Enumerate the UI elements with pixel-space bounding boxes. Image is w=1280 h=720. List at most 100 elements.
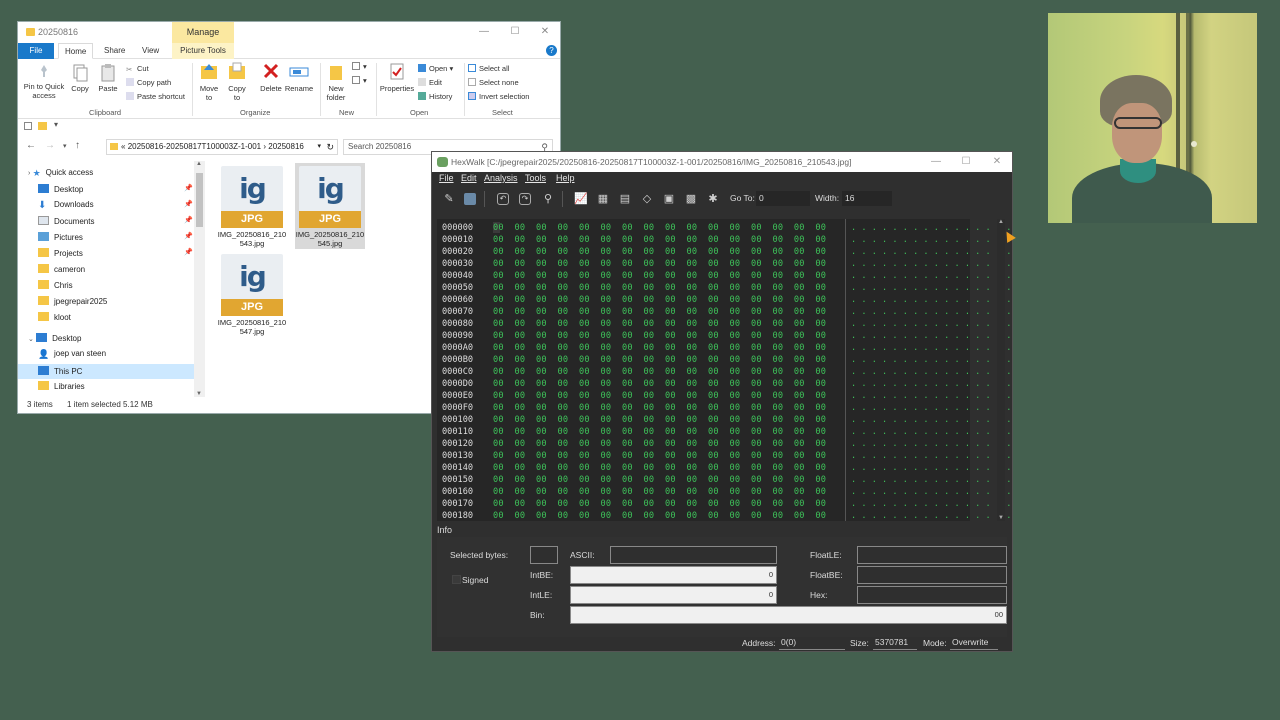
file-item[interactable]: ig JPG IMG_20250816_210545.jpg <box>295 163 365 249</box>
edit-button[interactable]: Edit <box>418 78 442 87</box>
hex-row[interactable]: 00 00 00 00 00 00 00 00 00 00 00 00 00 0… <box>493 222 843 234</box>
hex-row[interactable]: 00 00 00 00 00 00 00 00 00 00 00 00 00 0… <box>493 426 843 438</box>
nav-jpegrepair2025[interactable]: jpegrepair2025 <box>38 296 107 306</box>
copy-to-button[interactable]: Copy to <box>226 62 248 102</box>
ascii-row[interactable]: . . . . . . . . . . . . . . . . <box>851 306 1011 318</box>
ascii-row[interactable]: . . . . . . . . . . . . . . . . <box>851 366 1011 378</box>
manage-context-tab[interactable]: Manage <box>172 22 234 43</box>
address-bar[interactable]: « 20250816-20250817T100003Z-1-001 › 2025… <box>106 139 338 155</box>
ascii-row[interactable]: . . . . . . . . . . . . . . . . <box>851 402 1011 414</box>
hex-row[interactable]: 00 00 00 00 00 00 00 00 00 00 00 00 00 0… <box>493 282 843 294</box>
redo-icon[interactable]: ↷ <box>519 193 531 205</box>
nav-this-pc[interactable]: This PC <box>18 364 194 379</box>
delete-button[interactable]: Delete <box>258 62 284 93</box>
minimize-icon[interactable]: — <box>928 155 944 169</box>
copy-path-button[interactable]: Copy path <box>126 78 171 87</box>
ascii-field[interactable] <box>610 546 777 564</box>
tab-share[interactable]: Share <box>98 43 131 59</box>
cut-button[interactable]: ✂ Cut <box>126 64 149 74</box>
ascii-row[interactable]: . . . . . . . . . . . . . . . . <box>851 258 1011 270</box>
scroll-thumb[interactable] <box>196 173 203 227</box>
nav-pictures[interactable]: Pictures <box>38 232 83 242</box>
file-item[interactable]: ig JPG IMG_20250816_210547.jpg <box>217 251 287 337</box>
help-icon[interactable]: ? <box>546 45 557 56</box>
ascii-row[interactable]: . . . . . . . . . . . . . . . . <box>851 378 1011 390</box>
menu-edit[interactable]: Edit <box>461 173 477 183</box>
scroll-up-icon[interactable]: ▲ <box>997 219 1005 225</box>
properties-qat-icon[interactable] <box>24 122 32 130</box>
ascii-row[interactable]: . . . . . . . . . . . . . . . . <box>851 474 1011 486</box>
hex-row[interactable]: 00 00 00 00 00 00 00 00 00 00 00 00 00 0… <box>493 234 843 246</box>
recent-dropdown-icon[interactable]: ▾ <box>63 142 67 150</box>
width-input[interactable]: 16 <box>842 191 892 206</box>
ascii-row[interactable]: . . . . . . . . . . . . . . . . <box>851 390 1011 402</box>
hex-row[interactable]: 00 00 00 00 00 00 00 00 00 00 00 00 00 0… <box>493 402 843 414</box>
menu-analysis[interactable]: Analysis <box>484 173 518 183</box>
close-icon[interactable]: ✕ <box>989 155 1005 169</box>
minimize-icon[interactable]: — <box>476 25 492 39</box>
nav-libraries[interactable]: Libraries <box>38 381 85 391</box>
floatbe-field[interactable] <box>857 566 1007 584</box>
intbe-field[interactable]: 0 <box>570 566 777 584</box>
select-none-button[interactable]: Select none <box>468 78 519 87</box>
nav-desktop-pinned[interactable]: Desktop <box>38 184 83 194</box>
hash-calculator-icon[interactable]: ▦ <box>596 192 610 206</box>
nav-user-folder[interactable]: 👤 joep van steen <box>38 349 106 359</box>
hex-row[interactable]: 00 00 00 00 00 00 00 00 00 00 00 00 00 0… <box>493 510 843 522</box>
maximize-icon[interactable]: ☐ <box>507 25 523 39</box>
invert-selection-button[interactable]: Invert selection <box>468 92 529 101</box>
hex-field[interactable] <box>857 586 1007 604</box>
menu-file[interactable]: File <box>439 173 454 183</box>
new-folder-qat-icon[interactable] <box>38 122 47 130</box>
pin-quick-access-button[interactable]: Pin to Quick access <box>22 64 66 100</box>
hex-scrollbar[interactable]: ▲ ▼ <box>997 219 1005 521</box>
clipboard-icon[interactable]: ▤ <box>618 192 632 206</box>
hex-row[interactable]: 00 00 00 00 00 00 00 00 00 00 00 00 00 0… <box>493 486 843 498</box>
tab-view[interactable]: View <box>136 43 165 59</box>
ascii-row[interactable]: . . . . . . . . . . . . . . . . <box>851 330 1011 342</box>
hex-row[interactable]: 00 00 00 00 00 00 00 00 00 00 00 00 00 0… <box>493 366 843 378</box>
eraser-icon[interactable]: ◇ <box>640 192 654 206</box>
signed-checkbox[interactable] <box>452 575 461 584</box>
menu-help[interactable]: Help <box>556 173 575 183</box>
easy-access-button[interactable]: ▾ <box>352 76 367 85</box>
save-icon[interactable] <box>464 193 476 205</box>
hex-row[interactable]: 00 00 00 00 00 00 00 00 00 00 00 00 00 0… <box>493 414 843 426</box>
hex-row[interactable]: 00 00 00 00 00 00 00 00 00 00 00 00 00 0… <box>493 354 843 366</box>
nav-cameron[interactable]: cameron <box>38 264 85 274</box>
hex-row[interactable]: 00 00 00 00 00 00 00 00 00 00 00 00 00 0… <box>493 258 843 270</box>
hex-row[interactable]: 00 00 00 00 00 00 00 00 00 00 00 00 00 0… <box>493 246 843 258</box>
new-folder-button[interactable]: New folder <box>324 62 348 102</box>
hex-view[interactable]: 000000 000010 000020 000030 000040 000050 0000… <box>437 219 1011 522</box>
rename-button[interactable]: Rename <box>284 62 314 93</box>
nav-quick-access[interactable]: › ★ Quick access <box>28 168 93 178</box>
hex-row[interactable]: 00 00 00 00 00 00 00 00 00 00 00 00 00 0… <box>493 318 843 330</box>
nav-downloads[interactable]: ⬇ Downloads <box>38 200 94 211</box>
nav-scrollbar[interactable]: ▲ ▼ <box>194 161 205 397</box>
nav-projects[interactable]: Projects <box>38 248 83 258</box>
history-button[interactable]: History <box>418 92 452 101</box>
hex-row[interactable]: 00 00 00 00 00 00 00 00 00 00 00 00 00 0… <box>493 306 843 318</box>
open-button[interactable]: Open ▾ <box>418 64 453 73</box>
hex-row[interactable]: 00 00 00 00 00 00 00 00 00 00 00 00 00 0… <box>493 270 843 282</box>
scroll-down-icon[interactable]: ▼ <box>997 515 1005 521</box>
open-file-icon[interactable]: ✎ <box>442 192 456 206</box>
ascii-row[interactable]: . . . . . . . . . . . . . . . . <box>851 246 1011 258</box>
nav-desktop[interactable]: ⌄ Desktop <box>28 333 81 343</box>
goto-input[interactable]: 0 <box>756 191 810 206</box>
tab-file[interactable]: File <box>18 43 54 59</box>
ascii-row[interactable]: . . . . . . . . . . . . . . . . <box>851 354 1011 366</box>
move-to-button[interactable]: Move to <box>198 62 220 102</box>
ascii-row[interactable]: . . . . . . . . . . . . . . . . <box>851 282 1011 294</box>
entropy-chart-icon[interactable]: 📈 <box>574 192 588 206</box>
selected-bytes-field[interactable] <box>530 546 558 564</box>
tab-home[interactable]: Home <box>58 43 94 59</box>
nav-documents[interactable]: Documents <box>38 216 94 226</box>
hex-row[interactable]: 00 00 00 00 00 00 00 00 00 00 00 00 00 0… <box>493 450 843 462</box>
undo-icon[interactable]: ↶ <box>497 193 509 205</box>
ascii-row[interactable]: . . . . . . . . . . . . . . . . <box>851 486 1011 498</box>
ascii-row[interactable]: . . . . . . . . . . . . . . . . <box>851 510 1011 522</box>
settings-chip-icon[interactable]: ✱ <box>706 192 720 206</box>
paste-button[interactable]: Paste <box>96 64 120 93</box>
hex-row[interactable]: 00 00 00 00 00 00 00 00 00 00 00 00 00 0… <box>493 294 843 306</box>
